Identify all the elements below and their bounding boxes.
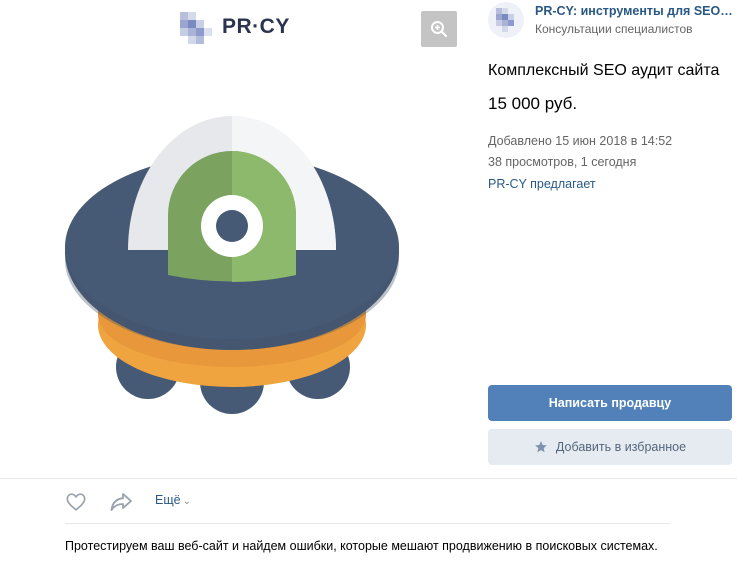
- heart-icon[interactable]: [65, 491, 87, 513]
- product-price: 15 000 руб.: [488, 94, 578, 113]
- zoom-button[interactable]: [421, 11, 457, 47]
- offers-link[interactable]: PR-CY предлагает: [488, 177, 596, 191]
- divider: [65, 523, 670, 524]
- logo-text: PR·CY: [222, 15, 290, 38]
- product-title: Комплексный SEO аудит сайта: [488, 62, 720, 79]
- action-bar: Ещё ⌄: [65, 489, 365, 515]
- share-arrow-icon[interactable]: [109, 491, 133, 513]
- chevron-down-icon: ⌄: [182, 496, 191, 507]
- ufo-illustration: [65, 116, 399, 414]
- write-seller-label: Написать продавцу: [548, 396, 672, 410]
- logo: PR·CY: [180, 12, 300, 44]
- product-description: Протестируем ваш веб-сайт и найдем ошибк…: [65, 539, 658, 553]
- author-block[interactable]: PR-CY: инструменты для SEO и ин... Консу…: [488, 2, 737, 42]
- star-icon: [535, 441, 547, 453]
- divider: [0, 478, 737, 479]
- add-favorite-button[interactable]: Добавить в избранное: [488, 429, 732, 465]
- more-label: Ещё: [155, 493, 181, 507]
- views-count: 38 просмотров, 1 сегодня: [488, 155, 637, 169]
- added-date: Добавлено 15 июн 2018 в 14:52: [488, 134, 673, 148]
- logo-mark: [180, 12, 212, 44]
- avatar-logo-icon: [496, 8, 514, 32]
- zoom-in-icon: [431, 21, 448, 38]
- author-category: Консультации специалистов: [535, 22, 693, 36]
- sidebar: PR-CY: инструменты для SEO и ин... Консу…: [470, 0, 737, 475]
- avatar[interactable]: [488, 2, 524, 38]
- product-image[interactable]: PR·CY: [0, 0, 470, 475]
- write-seller-button[interactable]: Написать продавцу: [488, 385, 732, 421]
- author-name[interactable]: PR-CY: инструменты для SEO и ин...: [535, 4, 735, 18]
- more-menu[interactable]: Ещё ⌄: [155, 493, 191, 507]
- add-favorite-label: Добавить в избранное: [555, 440, 687, 454]
